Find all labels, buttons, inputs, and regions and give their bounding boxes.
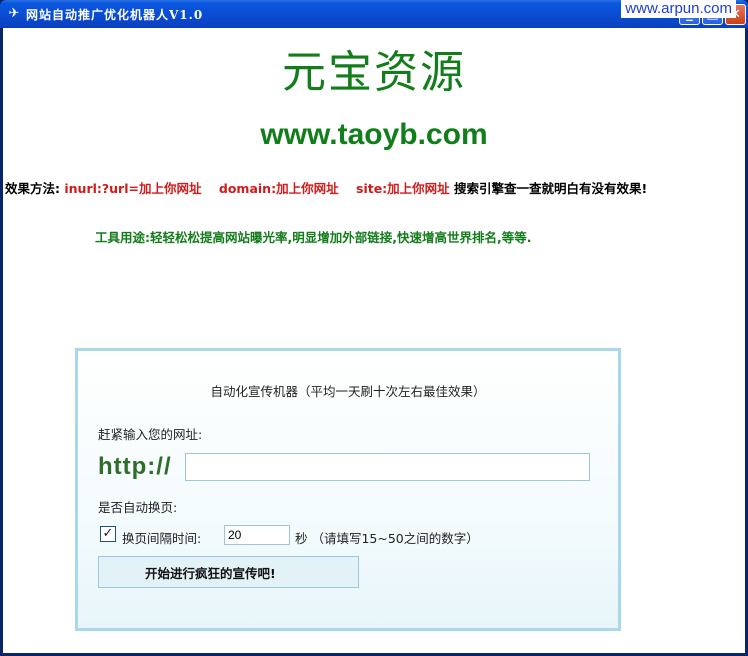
method-query-domain: domain:加上你网址 <box>218 181 339 196</box>
method-line: 效果方法: inurl:?url=加上你网址 domain:加上你网址 site… <box>5 178 647 197</box>
panel-title: 自动化宣传机器（平均一天刷十次左右最佳效果） <box>210 384 486 399</box>
url-label: 赶紧输入您的网址: <box>98 427 203 442</box>
brand-url: www.taoyb.com <box>260 118 488 151</box>
http-prefix: http:// <box>98 453 172 480</box>
interval-input[interactable] <box>224 525 290 545</box>
app-window: ✈ 网站自动推广优化机器人V1.0 _ □ ✕ www.arpun.com 元宝… <box>0 0 748 656</box>
method-query-inurl: inurl:?url=加上你网址 <box>64 181 202 196</box>
app-icon: ✈ <box>8 6 20 21</box>
start-promotion-button[interactable]: 开始进行疯狂的宣传吧! <box>98 556 359 588</box>
method-query-site: site:加上你网址 <box>356 181 450 196</box>
promo-panel: 自动化宣传机器（平均一天刷十次左右最佳效果） 赶紧输入您的网址: http://… <box>75 348 621 631</box>
purpose-line: 工具用途:轻轻松松提高网站曝光率,明显增加外部链接,快速增高世界排名,等等. <box>95 230 532 245</box>
auto-page-label: 是否自动换页: <box>98 500 178 515</box>
interval-label: 换页间隔时间: <box>122 531 202 546</box>
auto-page-checkbox[interactable]: ✓ <box>100 526 116 542</box>
method-prefix: 效果方法: <box>5 181 60 196</box>
client-area: 元宝资源 www.taoyb.com 效果方法: inurl:?url=加上你网… <box>3 28 745 653</box>
method-suffix: 搜索引擎查一查就明白有没有效果! <box>454 181 648 196</box>
window-title: 网站自动推广优化机器人V1.0 <box>26 8 204 22</box>
site-watermark: www.arpun.com <box>621 0 736 18</box>
interval-suffix: 秒 （请填写15~50之间的数字） <box>295 531 479 546</box>
url-input[interactable] <box>185 453 590 481</box>
brand-name: 元宝资源 <box>282 47 466 98</box>
